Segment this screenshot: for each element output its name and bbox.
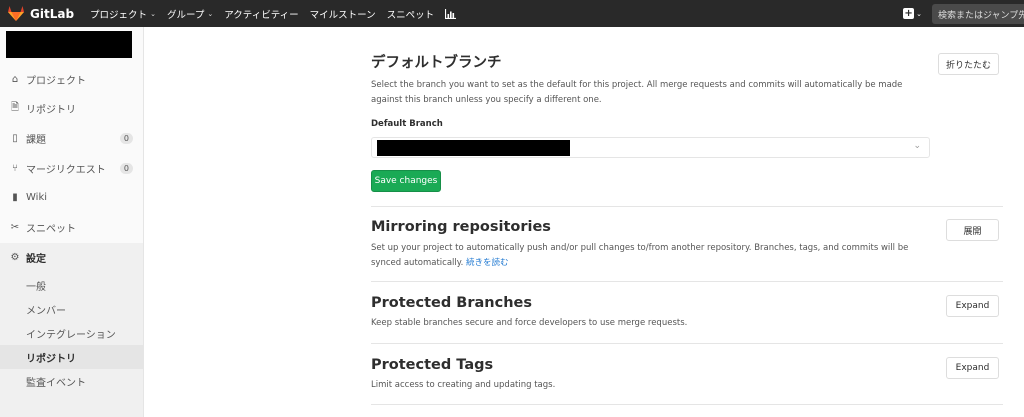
settings-sub-repository[interactable]: リポジトリ <box>0 345 143 369</box>
section-description: Select the branch you want to set as the… <box>371 80 903 105</box>
book-icon: ▮ <box>12 192 18 203</box>
settings-sub-members[interactable]: メンバー <box>0 297 143 321</box>
nav-projects[interactable]: プロジェクト ⌄ <box>90 7 156 21</box>
settings-sub-audit-events[interactable]: 監査イベント <box>0 369 143 393</box>
section-description: Keep stable branches secure and force de… <box>371 318 688 328</box>
sidebar-item-wiki[interactable]: ▮ Wiki <box>0 183 143 212</box>
gitlab-logo[interactable]: GitLab <box>8 6 74 21</box>
plus-square-icon: + <box>903 8 915 19</box>
sidebar-item-label: 課題 <box>26 135 46 146</box>
expand-button[interactable]: Expand <box>946 357 999 379</box>
project-name-redacted <box>6 31 132 58</box>
section-description: Limit access to creating and updating ta… <box>371 380 556 390</box>
nav-milestones[interactable]: マイルストーン <box>310 7 376 21</box>
section-description: Set up your project to automatically pus… <box>371 241 927 271</box>
sidebar-item-label: プロジェクト <box>26 76 86 87</box>
sub-item-label: インテグレーション <box>26 329 116 341</box>
sidebar-item-label: マージリクエスト <box>26 165 106 176</box>
section-title: Protected Tags <box>371 357 494 373</box>
topbar-right: + ⌄ 検索またはジャンプ先 <box>903 0 1024 27</box>
search-input[interactable]: 検索またはジャンプ先 <box>932 3 1024 24</box>
top-navbar: GitLab プロジェクト ⌄ グループ ⌄ アクティビティー マイルストーン … <box>0 0 1024 27</box>
sidebar-item-issues[interactable]: ▯ 課題 0 <box>0 124 143 153</box>
nav-projects-label: プロジェクト <box>90 9 148 21</box>
brand-name: GitLab <box>30 6 75 21</box>
section-divider <box>371 206 1003 207</box>
save-changes-button[interactable]: Save changes <box>371 170 441 192</box>
chevron-down-icon: ⌄ <box>207 9 214 18</box>
chevron-down-icon: ⌄ <box>913 141 921 151</box>
chevron-down-icon: ⌄ <box>916 9 922 18</box>
merge-requests-count-badge: 0 <box>119 163 133 174</box>
mirroring-description-text: Set up your project to automatically pus… <box>371 243 909 268</box>
sidebar-item-repository[interactable]: 🗎 リポジトリ <box>0 94 143 123</box>
settings-section: ⚙ 設定 一般 メンバー インテグレーション リポジトリ 監査イベント <box>0 243 143 417</box>
nav-activity[interactable]: アクティビティー <box>224 7 298 21</box>
sub-item-label: リポジトリ <box>26 353 76 365</box>
main-nav: プロジェクト ⌄ グループ ⌄ アクティビティー マイルストーン スニペット <box>90 7 467 21</box>
protected-branches-section: Protected Branches Keep stable branches … <box>371 295 1003 331</box>
file-icon: 🗎 <box>10 102 20 113</box>
branch-name-redacted <box>377 140 570 156</box>
tanuki-icon <box>8 6 24 21</box>
read-more-link[interactable]: 続きを読む <box>466 258 509 268</box>
nav-snippets-label: スニペット <box>386 9 435 21</box>
section-title: Protected Branches <box>371 295 532 311</box>
nav-snippets[interactable]: スニペット <box>387 7 435 21</box>
nav-groups-label: グループ <box>166 9 205 21</box>
project-sidebar: ⌂ プロジェクト 🗎 リポジトリ ▯ 課題 0 ⑂ マージリクエスト 0 ▮ W… <box>0 27 144 417</box>
chevron-down-icon: ⌄ <box>150 9 156 18</box>
sub-item-label: 一般 <box>26 281 46 293</box>
nav-activity-label: アクティビティー <box>224 9 299 21</box>
expand-button[interactable]: 展開 <box>946 219 999 241</box>
section-title: Mirroring repositories <box>371 219 551 235</box>
section-divider <box>371 343 1003 344</box>
merge-request-icon: ⑂ <box>12 163 18 174</box>
sub-item-label: 監査イベント <box>26 377 86 389</box>
default-branch-label: Default Branch <box>371 119 443 129</box>
default-branch-section: デフォルトブランチ Select the branch you want to … <box>371 51 1003 108</box>
settings-sub-integrations[interactable]: インテグレーション <box>0 321 143 345</box>
nav-milestones-label: マイルストーン <box>309 9 376 21</box>
sidebar-item-label: 設定 <box>26 254 46 265</box>
gear-icon: ⚙ <box>10 252 20 263</box>
nav-groups[interactable]: グループ ⌄ <box>167 7 213 21</box>
issues-icon: ▯ <box>12 133 18 144</box>
sub-item-label: メンバー <box>26 305 66 317</box>
sidebar-item-project[interactable]: ⌂ プロジェクト <box>0 65 143 94</box>
home-icon: ⌂ <box>11 74 19 85</box>
mirroring-section: Mirroring repositories Set up your proje… <box>371 219 1003 271</box>
section-divider <box>371 281 1003 282</box>
default-branch-select[interactable]: ⌄ <box>371 137 930 158</box>
section-title: デフォルトブランチ <box>371 55 502 71</box>
sidebar-item-snippets[interactable]: ✂ スニペット <box>0 213 143 242</box>
sidebar-item-merge-requests[interactable]: ⑂ マージリクエスト 0 <box>0 154 143 183</box>
new-dropdown[interactable]: + ⌄ <box>903 8 922 19</box>
section-divider <box>371 404 1003 405</box>
chart-icon-svg <box>445 8 457 19</box>
collapse-button[interactable]: 折りたたむ <box>938 53 999 75</box>
sidebar-item-settings[interactable]: ⚙ 設定 <box>0 243 143 272</box>
settings-sub-general[interactable]: 一般 <box>0 273 143 297</box>
sidebar-item-label: スニペット <box>26 224 76 235</box>
protected-tags-section: Protected Tags Limit access to creating … <box>371 357 1003 393</box>
expand-button[interactable]: Expand <box>946 295 999 317</box>
sidebar-item-label: Wiki <box>26 192 48 203</box>
chart-icon[interactable] <box>445 8 457 19</box>
issues-count-badge: 0 <box>119 133 133 144</box>
sidebar-item-label: リポジトリ <box>26 105 76 116</box>
scissors-icon: ✂ <box>10 222 20 233</box>
